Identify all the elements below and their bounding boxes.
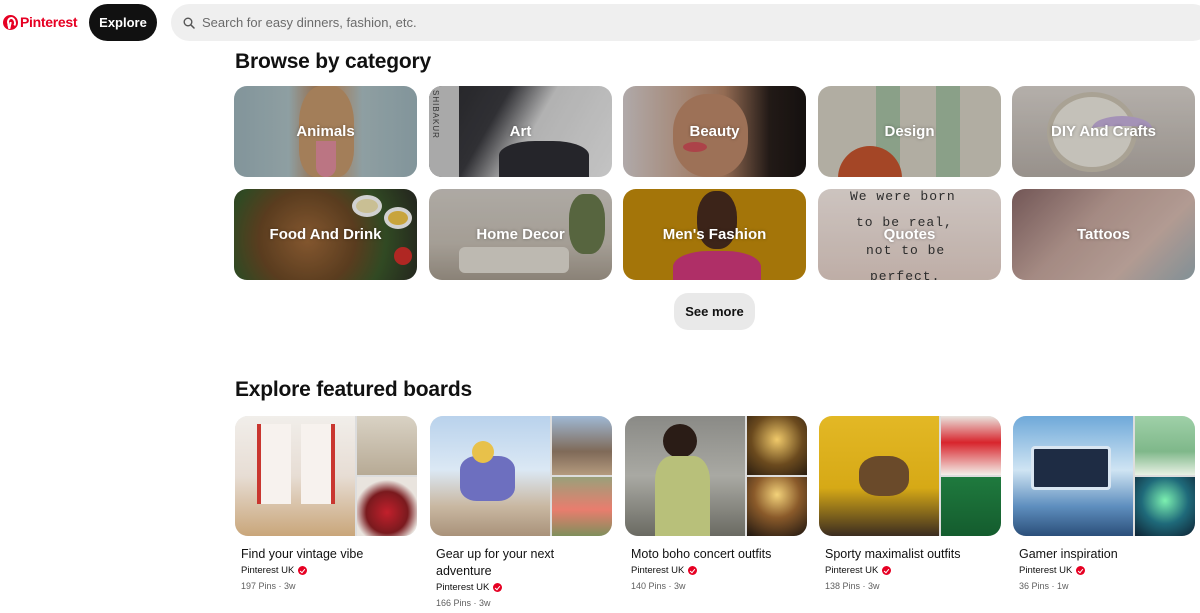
board-owner: Pinterest UK [1019, 565, 1195, 576]
search-icon [183, 17, 195, 29]
verified-icon [1076, 566, 1086, 575]
board-owner: Pinterest UK [436, 582, 612, 593]
board-cover[interactable] [1013, 416, 1195, 536]
category-tile-animals[interactable]: Animals [234, 86, 417, 177]
explore-button[interactable]: Explore [89, 4, 157, 41]
pinterest-logo-icon [3, 14, 18, 30]
owner-name: Pinterest UK [825, 565, 879, 576]
category-label: Home Decor [476, 226, 565, 243]
top-nav: Pinterest Explore [0, 0, 1200, 44]
logo-text: Pinterest [20, 14, 78, 30]
featured-section-title: Explore featured boards [235, 378, 472, 401]
board-card[interactable]: Find your vintage vibe Pinterest UK 197 … [235, 416, 417, 591]
board-card[interactable]: Moto boho concert outfits Pinterest UK 1… [625, 416, 807, 591]
search-bar[interactable] [171, 4, 1200, 41]
owner-name: Pinterest UK [241, 565, 295, 576]
category-label: Beauty [689, 123, 740, 140]
owner-name: Pinterest UK [436, 582, 490, 593]
board-card[interactable]: Gear up for your next adventure Pinteres… [430, 416, 612, 608]
category-tile-diy-and-crafts[interactable]: DIY And Crafts [1012, 86, 1195, 177]
see-more-button[interactable]: See more [674, 293, 755, 330]
category-tile-food-and-drink[interactable]: Food And Drink [234, 189, 417, 280]
category-tile-quotes[interactable]: We were born to be real, not to be perfe… [818, 189, 1001, 280]
category-label: Men's Fashion [662, 226, 767, 243]
board-title[interactable]: Gear up for your next adventure [436, 546, 612, 580]
board-title[interactable]: Gamer inspiration [1019, 546, 1195, 563]
owner-name: Pinterest UK [1019, 565, 1073, 576]
category-tile-tattoos[interactable]: Tattoos [1012, 189, 1195, 280]
verified-icon [493, 583, 503, 592]
board-card[interactable]: Gamer inspiration Pinterest UK 36 Pins ·… [1013, 416, 1195, 591]
category-tile-design[interactable]: Design [818, 86, 1001, 177]
board-meta: 138 Pins · 3w [825, 581, 880, 591]
board-title[interactable]: Find your vintage vibe [241, 546, 417, 563]
category-tile-art[interactable]: SHIBAKUR Art [429, 86, 612, 177]
category-label: Art [509, 123, 532, 140]
category-tile-mens-fashion[interactable]: Men's Fashion [623, 189, 806, 280]
verified-icon [882, 566, 892, 575]
board-title[interactable]: Sporty maximalist outfits [825, 546, 1001, 563]
category-tile-beauty[interactable]: Beauty [623, 86, 806, 177]
category-label: Animals [296, 123, 355, 140]
board-cover[interactable] [625, 416, 807, 536]
category-label: Quotes [883, 226, 936, 243]
board-owner: Pinterest UK [631, 565, 807, 576]
board-meta: 197 Pins · 3w [241, 581, 296, 591]
board-cover[interactable] [430, 416, 612, 536]
board-cover[interactable] [235, 416, 417, 536]
board-card[interactable]: Sporty maximalist outfits Pinterest UK 1… [819, 416, 1001, 591]
category-tile-home-decor[interactable]: Home Decor [429, 189, 612, 280]
board-cover[interactable] [819, 416, 1001, 536]
category-label: Tattoos [1076, 226, 1131, 243]
category-label: DIY And Crafts [1050, 123, 1156, 140]
board-owner: Pinterest UK [825, 565, 1001, 576]
board-title[interactable]: Moto boho concert outfits [631, 546, 807, 563]
verified-icon [688, 566, 698, 575]
pinterest-logo[interactable]: Pinterest [3, 12, 78, 32]
category-label: Food And Drink [269, 226, 382, 243]
board-meta: 140 Pins · 3w [631, 581, 686, 591]
verified-icon [298, 566, 308, 575]
board-meta: 36 Pins · 1w [1019, 581, 1069, 591]
browse-section-title: Browse by category [235, 50, 431, 73]
category-label: Design [884, 123, 935, 140]
board-meta: 166 Pins · 3w [436, 598, 491, 608]
board-owner: Pinterest UK [241, 565, 417, 576]
search-input[interactable] [202, 15, 802, 30]
owner-name: Pinterest UK [631, 565, 685, 576]
